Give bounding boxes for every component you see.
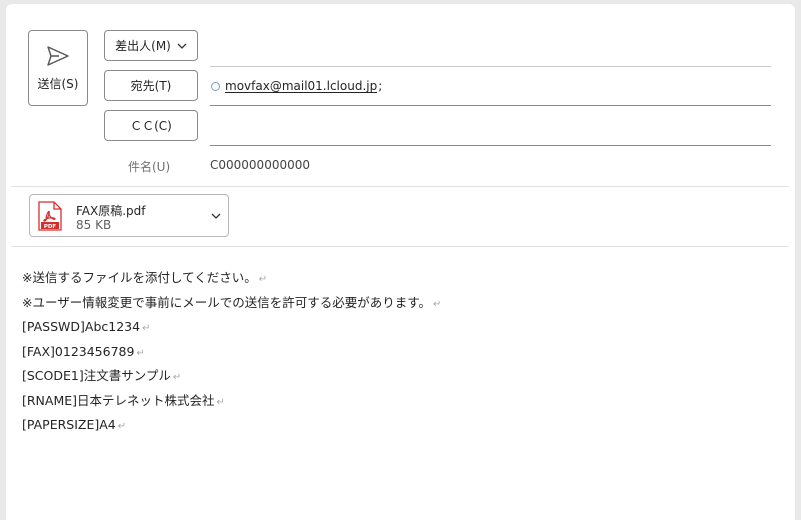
send-icon <box>47 45 69 66</box>
body-line: [FAX]0123456789 ↵ <box>22 340 441 365</box>
body-line: [PASSWD]Abc1234 ↵ <box>22 315 441 340</box>
mail-compose-panel: 送信(S) 差出人(M) 宛先(T) movfax@mail01.lcloud.… <box>6 4 795 520</box>
body-line: [PAPERSIZE]A4 ↵ <box>22 413 441 438</box>
return-mark-icon: ↵ <box>432 298 442 310</box>
pdf-file-icon: PDF <box>38 201 62 231</box>
cc-button[interactable]: ＣＣ(C) <box>104 110 198 141</box>
cc-button-label: ＣＣ(C) <box>130 119 172 133</box>
attachment-divider <box>11 246 789 247</box>
body-line-text: ※ユーザー情報変更で事前にメールでの送信を許可する必要があります。 <box>22 294 431 310</box>
presence-status-icon <box>211 81 220 91</box>
body-line-text: [FAX]0123456789 <box>22 343 135 359</box>
chevron-down-icon[interactable] <box>211 213 221 219</box>
subject-input[interactable]: C000000000000 <box>210 158 310 172</box>
message-body[interactable]: ※送信するファイルを添付してください。 ↵ ※ユーザー情報変更で事前にメールでの送… <box>22 266 441 438</box>
return-mark-icon: ↵ <box>117 421 127 432</box>
from-button-label: 差出人(M) <box>115 39 171 53</box>
send-button[interactable]: 送信(S) <box>28 30 88 106</box>
return-mark-icon: ↵ <box>136 347 145 359</box>
to-button[interactable]: 宛先(T) <box>104 70 198 101</box>
body-line-text: [PASSWD]Abc1234 <box>22 319 141 334</box>
send-button-label: 送信(S) <box>37 76 79 91</box>
recipient-separator: ; <box>378 79 383 93</box>
to-field-underline <box>210 105 771 106</box>
header-divider <box>11 186 789 187</box>
body-line-text: ※送信するファイルを添付してください。 <box>22 270 257 285</box>
subject-label: 件名(U) <box>128 160 171 174</box>
body-line-text: [PAPERSIZE]A4 <box>22 417 116 432</box>
attachment-card[interactable]: PDF FAX原稿.pdf 85 KB <box>29 194 229 237</box>
to-recipient[interactable]: movfax@mail01.lcloud.jp ; <box>211 79 382 93</box>
return-mark-icon: ↵ <box>216 396 225 408</box>
attachment-file-name: FAX原稿.pdf <box>76 204 146 218</box>
svg-text:PDF: PDF <box>44 224 57 230</box>
return-mark-icon: ↵ <box>172 372 182 383</box>
attachment-file-size: 85 KB <box>76 218 112 232</box>
body-line: [SCODE1]注文書サンプル ↵ <box>22 364 441 389</box>
return-mark-icon: ↵ <box>142 323 151 334</box>
body-line-text: [SCODE1]注文書サンプル <box>22 368 171 383</box>
recipient-address[interactable]: movfax@mail01.lcloud.jp <box>225 79 377 93</box>
from-button[interactable]: 差出人(M) <box>104 30 198 61</box>
body-line: ※ユーザー情報変更で事前にメールでの送信を許可する必要があります。 ↵ <box>22 291 441 316</box>
return-mark-icon: ↵ <box>258 274 268 285</box>
body-line: ※送信するファイルを添付してください。 ↵ <box>22 266 441 291</box>
to-button-label: 宛先(T) <box>130 79 172 93</box>
from-underline <box>210 66 771 67</box>
cc-field-underline <box>210 145 771 146</box>
body-line-text: [RNAME]日本テレネット株式会社 <box>22 392 215 408</box>
body-line: [RNAME]日本テレネット株式会社 ↵ <box>22 389 441 414</box>
chevron-down-icon <box>177 43 187 49</box>
